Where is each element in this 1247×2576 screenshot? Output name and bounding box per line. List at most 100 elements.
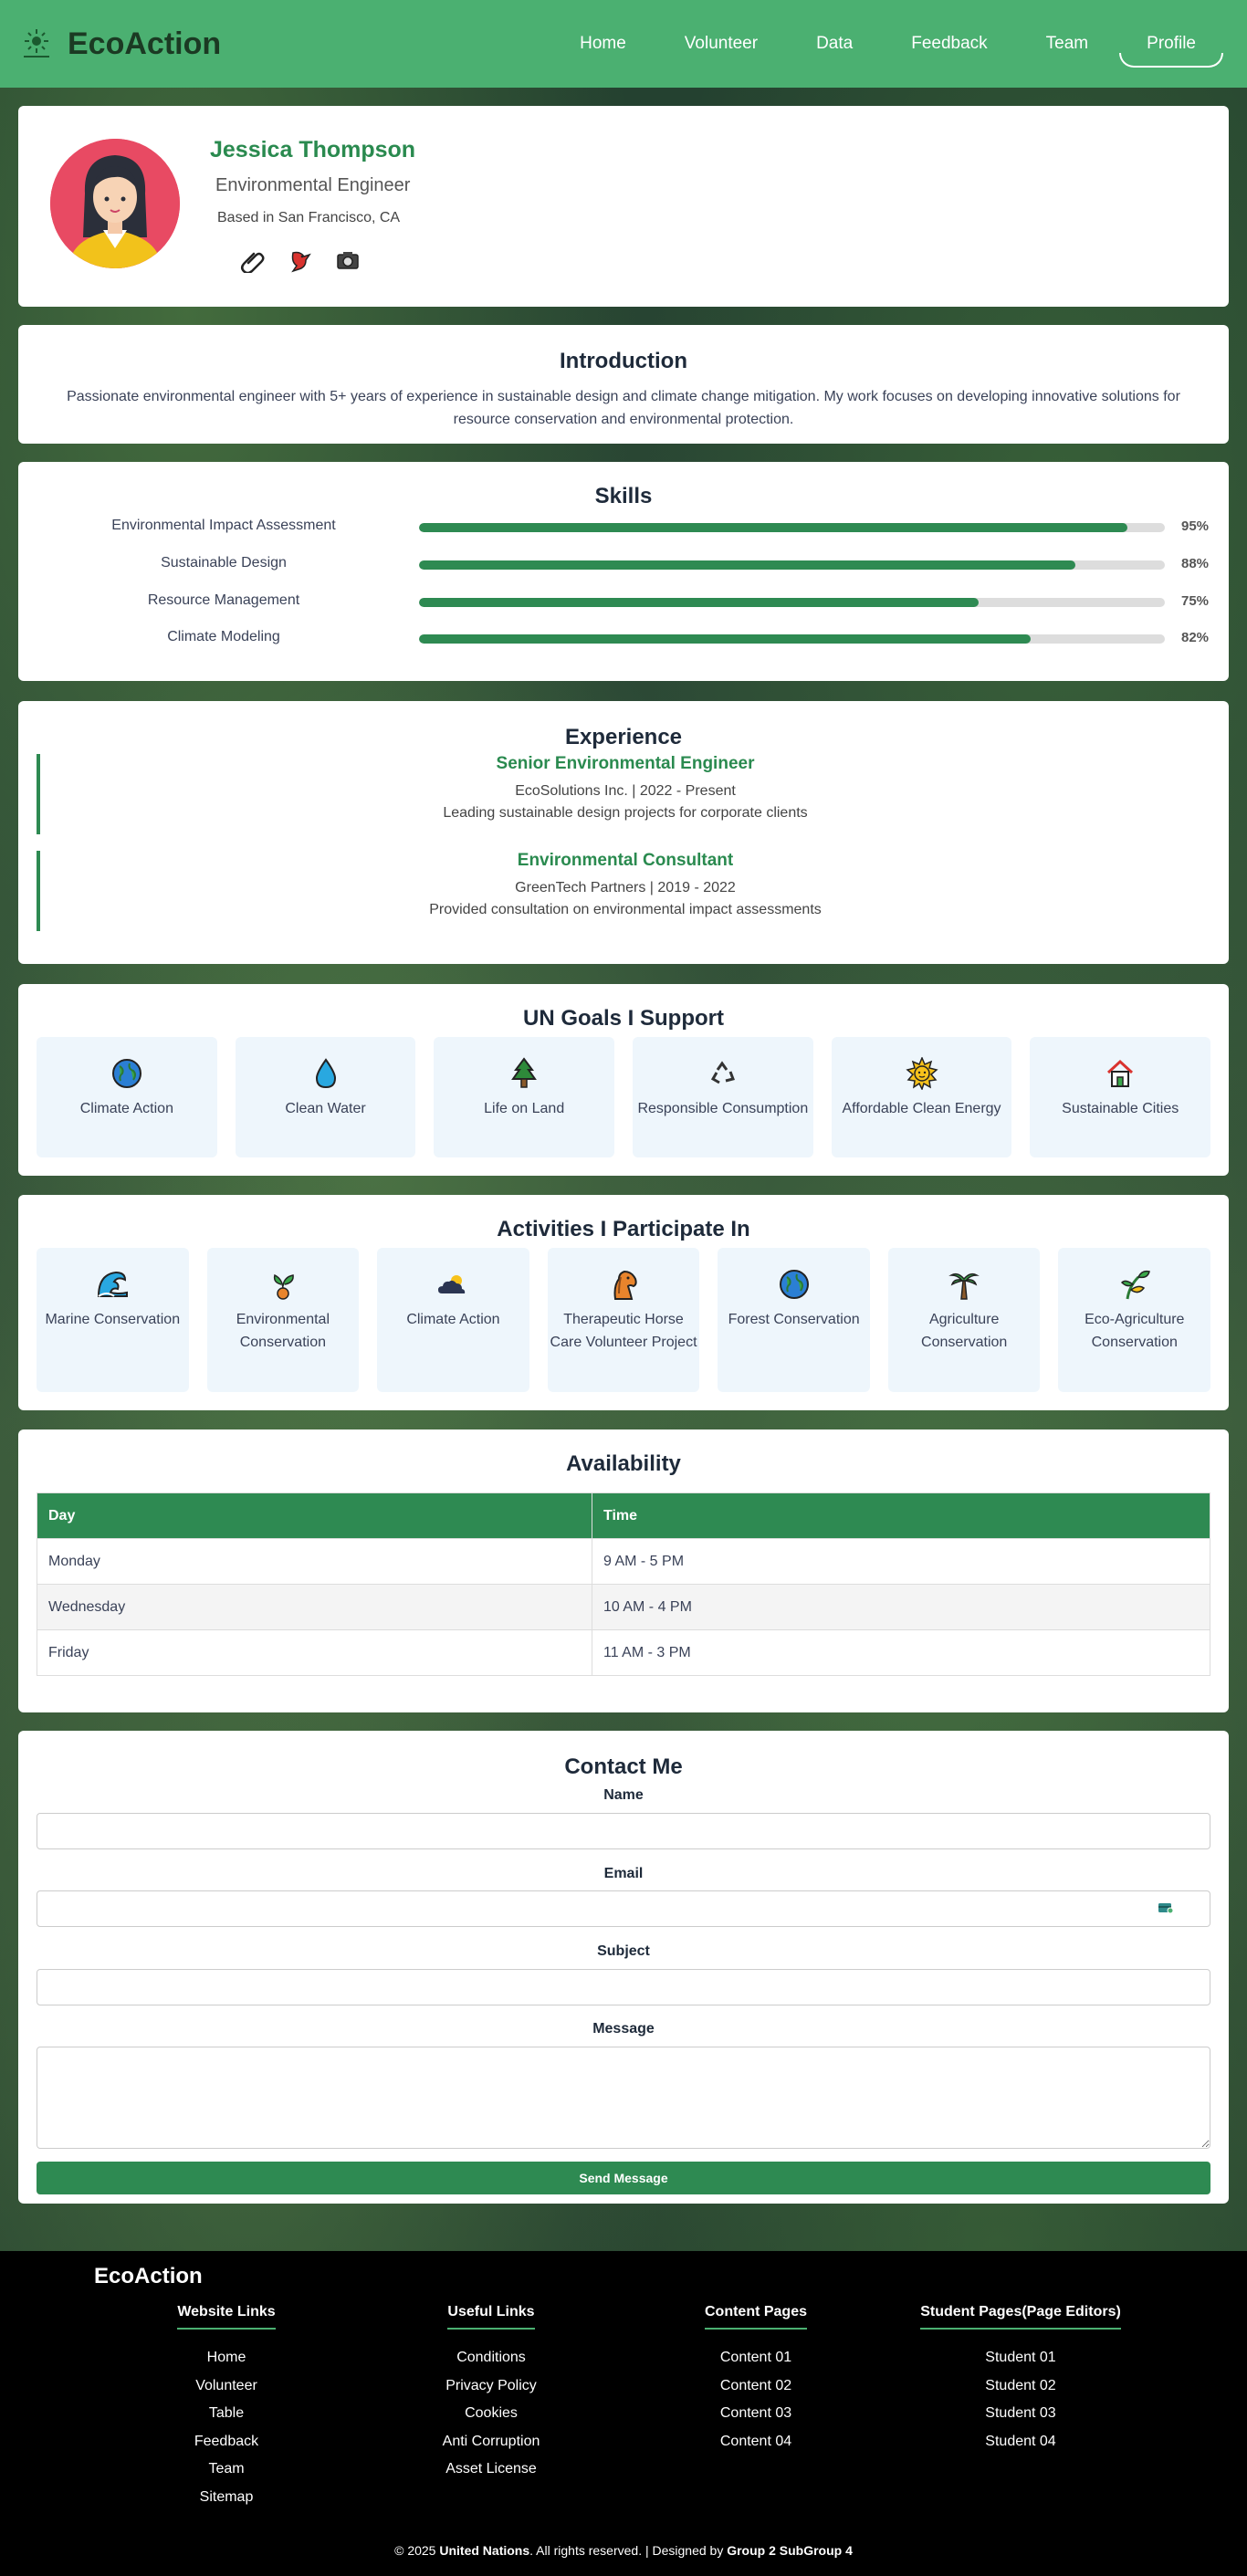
nav-profile[interactable]: Profile: [1117, 0, 1225, 88]
goal-tile[interactable]: Life on Land: [434, 1037, 615, 1157]
un-goals-card: UN Goals I Support Climate Action Clean …: [18, 984, 1229, 1176]
skill-bar: [419, 560, 1165, 570]
copyright-team: Group 2 SubGroup 4: [727, 2543, 853, 2558]
footer-column-website-links: Website Links Home Volunteer Table Feedb…: [94, 2304, 359, 2511]
table-header-day: Day: [37, 1492, 592, 1539]
experience-job-title: Senior Environmental Engineer: [496, 754, 755, 773]
footer-link-sitemap[interactable]: Sitemap: [94, 2484, 359, 2512]
goal-tile[interactable]: Clean Water: [235, 1037, 416, 1157]
footer-link-student-03[interactable]: Student 03: [888, 2400, 1153, 2428]
skills-card: Skills Environmental Impact Assessment 9…: [18, 462, 1229, 681]
activity-label: Environmental Conservation: [236, 1312, 330, 1350]
footer-link-student-01[interactable]: Student 01: [888, 2344, 1153, 2372]
cloud-sun-icon: [377, 1266, 529, 1303]
activity-label: Therapeutic Horse Care Volunteer Project: [550, 1312, 697, 1350]
skill-bar: [419, 598, 1165, 607]
activity-label: Eco-Agriculture Conservation: [1085, 1312, 1185, 1350]
plant-icon: [1058, 1266, 1210, 1303]
activity-tile[interactable]: Environmental Conservation: [206, 1248, 360, 1392]
logo-emblem-icon: [18, 26, 55, 62]
paperclip-icon[interactable]: [239, 246, 267, 274]
name-input[interactable]: [37, 1813, 1210, 1849]
skill-fill: [419, 598, 979, 607]
experience-card: Experience Senior Environmental Engineer…: [18, 701, 1229, 964]
availability-card: Availability Day Time Monday 9 AM - 5 PM…: [18, 1429, 1229, 1712]
activity-tile[interactable]: Climate Action: [377, 1248, 529, 1392]
introduction-card: Introduction Passionate environmental en…: [18, 325, 1229, 444]
message-textarea[interactable]: [37, 2047, 1210, 2149]
activity-label: Agriculture Conservation: [921, 1312, 1008, 1350]
footer-brand: EcoAction: [94, 2264, 203, 2288]
sun-icon: [832, 1055, 1012, 1092]
activity-tile[interactable]: Eco-Agriculture Conservation: [1058, 1248, 1211, 1392]
footer-link-content-03[interactable]: Content 03: [624, 2400, 888, 2428]
goal-tile[interactable]: Climate Action: [37, 1037, 217, 1157]
skill-fill: [419, 560, 1075, 570]
email-input[interactable]: [37, 1890, 1210, 1927]
activity-tile[interactable]: Marine Conservation: [37, 1248, 189, 1392]
footer-copyright: © 2025 United Nations. All rights reserv…: [0, 2543, 1247, 2558]
activities-grid: Marine Conservation Environmental Conser…: [37, 1248, 1211, 1392]
table-row: Monday 9 AM - 5 PM: [37, 1538, 1210, 1585]
nav-volunteer[interactable]: Volunteer: [655, 0, 787, 88]
bird-icon[interactable]: [287, 246, 314, 274]
goal-tile[interactable]: Responsible Consumption: [633, 1037, 813, 1157]
nav-feedback[interactable]: Feedback: [882, 0, 1016, 88]
main-nav: Home Volunteer Data Feedback Team Profil…: [550, 0, 1225, 88]
logo[interactable]: EcoAction: [18, 26, 221, 62]
house-icon: [1030, 1055, 1210, 1092]
experience-job-title: Environmental Consultant: [517, 851, 734, 870]
footer-link-volunteer[interactable]: Volunteer: [94, 2372, 359, 2401]
footer-link-home[interactable]: Home: [94, 2344, 359, 2372]
footer-link-anti-corruption[interactable]: Anti Corruption: [359, 2428, 624, 2456]
footer-link-conditions[interactable]: Conditions: [359, 2344, 624, 2372]
footer-link-table[interactable]: Table: [94, 2400, 359, 2428]
skill-name: Climate Modeling: [167, 629, 280, 644]
skill-percent: 82%: [1181, 630, 1210, 645]
logo-text: EcoAction: [68, 26, 222, 61]
footer-link-asset-license[interactable]: Asset License: [359, 2456, 624, 2484]
footer-link-content-04[interactable]: Content 04: [624, 2428, 888, 2456]
nav-data[interactable]: Data: [787, 0, 882, 88]
table-cell-time: 9 AM - 5 PM: [592, 1538, 1210, 1585]
table-header-row: Day Time: [37, 1492, 1210, 1539]
goals-title: UN Goals I Support: [522, 1006, 724, 1031]
skill-bar: [419, 523, 1165, 532]
skill-percent: 95%: [1181, 518, 1210, 534]
send-message-button[interactable]: Send Message: [37, 2162, 1210, 2194]
palm-tree-icon: [888, 1266, 1041, 1303]
autofill-card-icon[interactable]: [1158, 1901, 1174, 1915]
skill-row: Sustainable Design 88%: [18, 553, 1229, 575]
footer-link-privacy-policy[interactable]: Privacy Policy: [359, 2372, 624, 2401]
footer-link-cookies[interactable]: Cookies: [359, 2400, 624, 2428]
activity-tile[interactable]: Therapeutic Horse Care Volunteer Project: [547, 1248, 700, 1392]
footer-link-student-04[interactable]: Student 04: [888, 2428, 1153, 2456]
copyright-middle: . All rights reserved. | Designed by: [529, 2543, 724, 2558]
activity-label: Forest Conservation: [728, 1312, 860, 1327]
activity-tile[interactable]: Agriculture Conservation: [887, 1248, 1041, 1392]
globe-icon: [37, 1055, 217, 1092]
goal-tile[interactable]: Sustainable Cities: [1030, 1037, 1211, 1157]
profile-name: Jessica Thompson: [210, 137, 416, 162]
droplet-icon: [236, 1055, 416, 1092]
nav-team[interactable]: Team: [1017, 0, 1117, 88]
goal-tile[interactable]: Affordable Clean Energy: [831, 1037, 1012, 1157]
goal-label: Climate Action: [79, 1101, 173, 1116]
camera-icon[interactable]: [334, 246, 362, 274]
footer-link-feedback[interactable]: Feedback: [94, 2428, 359, 2456]
experience-description: Provided consultation on environmental i…: [429, 902, 822, 917]
activity-tile[interactable]: Forest Conservation: [718, 1248, 870, 1392]
footer-link-content-02[interactable]: Content 02: [624, 2372, 888, 2401]
footer-column-title: Content Pages: [704, 2304, 807, 2330]
nav-home[interactable]: Home: [550, 0, 655, 88]
footer-link-content-01[interactable]: Content 01: [624, 2344, 888, 2372]
footer-link-student-02[interactable]: Student 02: [888, 2372, 1153, 2401]
table-row: Friday 11 AM - 3 PM: [37, 1629, 1210, 1676]
skill-name: Environmental Impact Assessment: [111, 518, 336, 533]
footer-column-title: Student Pages(Page Editors): [920, 2304, 1121, 2330]
footer-link-team[interactable]: Team: [94, 2456, 359, 2484]
goal-label: Life on Land: [484, 1101, 565, 1116]
subject-input[interactable]: [37, 1969, 1210, 2005]
globe-icon: [718, 1266, 870, 1303]
skills-title: Skills: [594, 484, 653, 508]
